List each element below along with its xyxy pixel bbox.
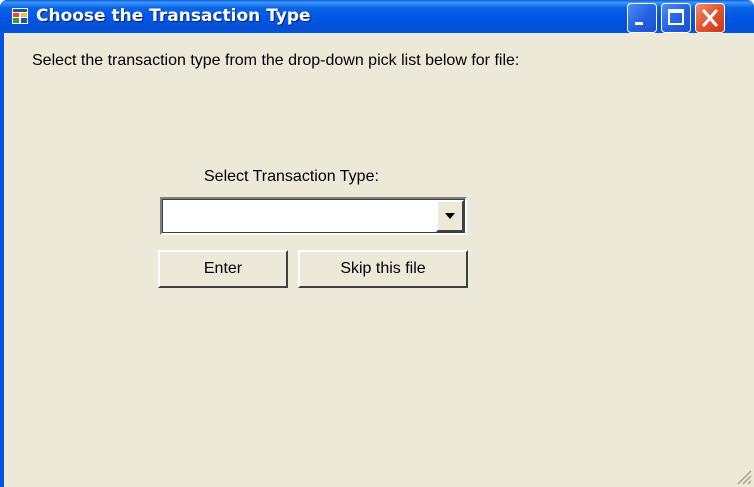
close-button[interactable] xyxy=(695,3,725,33)
resize-grip-icon[interactable] xyxy=(734,467,752,485)
dropdown-arrow-button[interactable] xyxy=(436,200,464,232)
dialog-window: Choose the Transaction Type Select the t… xyxy=(0,0,754,487)
window-title: Choose the Transaction Type xyxy=(36,6,311,26)
transaction-type-label: Select Transaction Type: xyxy=(204,168,379,185)
skip-file-button[interactable]: Skip this file xyxy=(298,250,468,288)
chevron-down-icon xyxy=(445,213,455,219)
title-bar[interactable]: Choose the Transaction Type xyxy=(0,0,754,33)
instruction-text: Select the transaction type from the dro… xyxy=(32,52,520,69)
minimize-icon xyxy=(635,22,643,25)
transaction-type-dropdown[interactable] xyxy=(160,197,467,235)
enter-button[interactable]: Enter xyxy=(158,250,288,288)
minimize-button[interactable] xyxy=(627,3,657,33)
maximize-button[interactable] xyxy=(661,3,691,33)
app-window-icon xyxy=(12,8,28,24)
maximize-icon xyxy=(668,9,684,25)
close-icon xyxy=(702,9,718,27)
